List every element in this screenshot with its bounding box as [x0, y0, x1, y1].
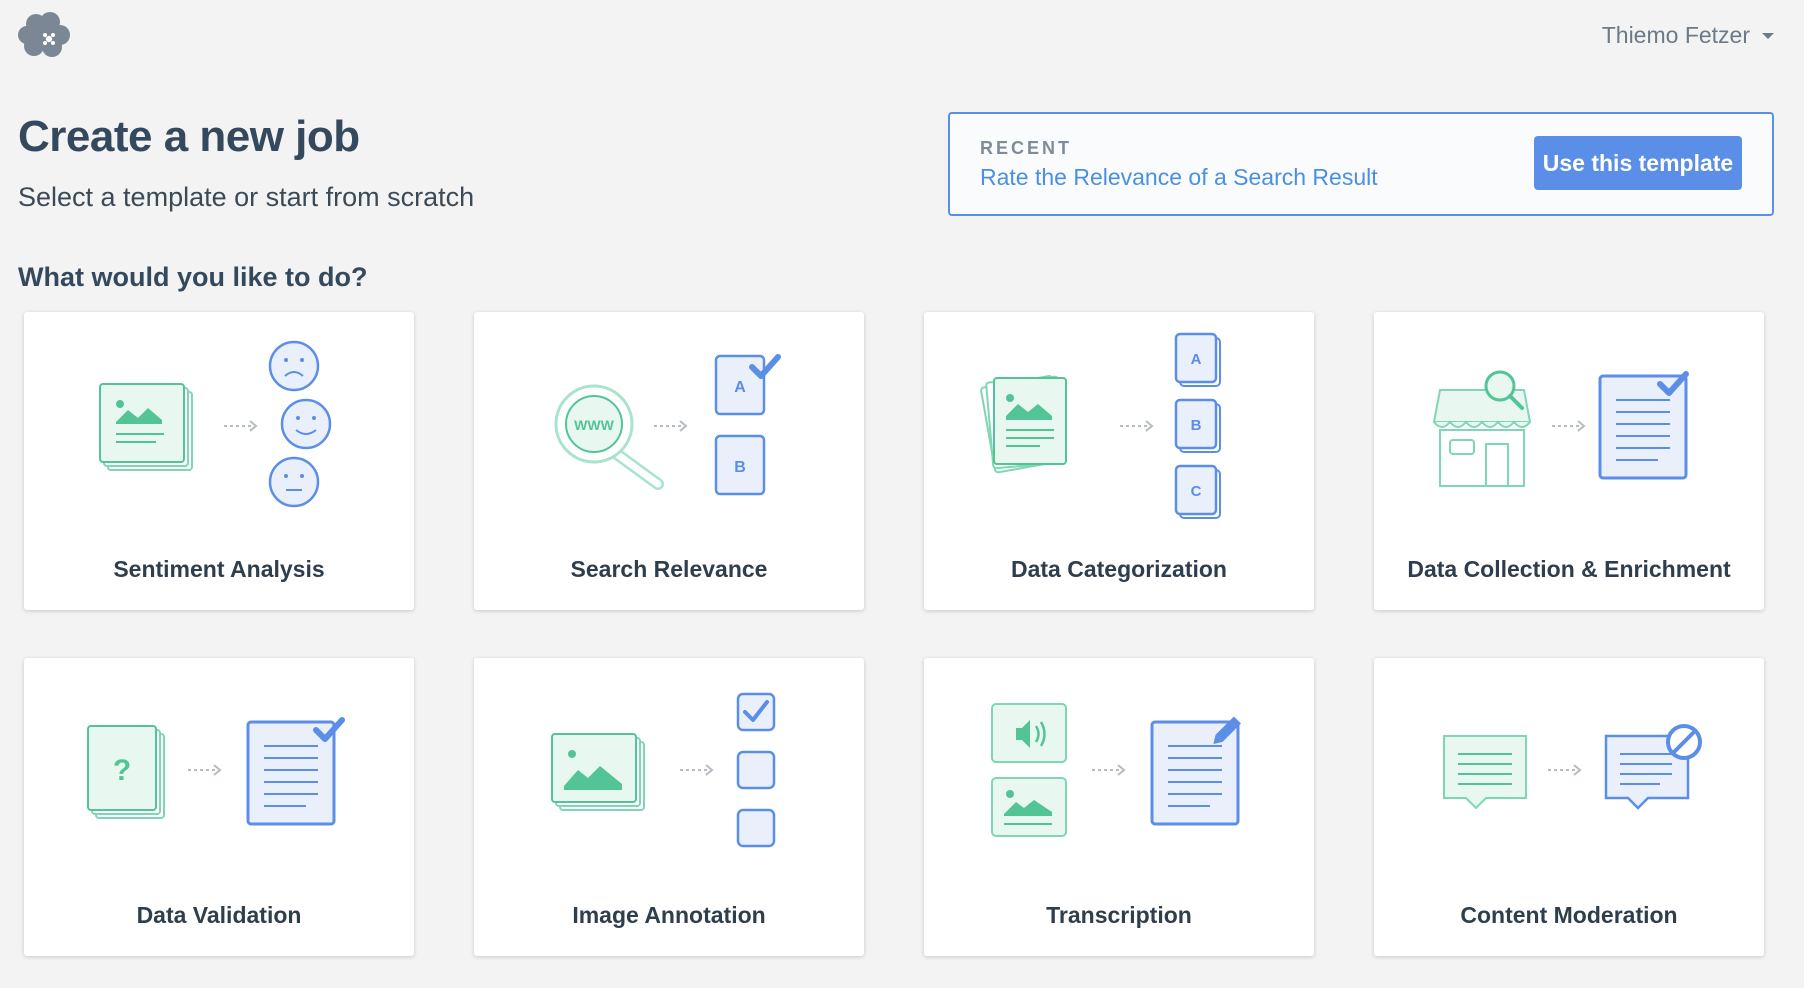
content-moderation-illustration	[1443, 724, 1702, 810]
data-validation-illustration: ?	[87, 658, 414, 826]
svg-text:A: A	[1191, 351, 1202, 368]
template-card-label: Content Moderation	[1460, 902, 1678, 928]
image-annotation-illustration	[551, 692, 776, 848]
sentiment-analysis-illustration	[99, 340, 332, 508]
template-card-data-categorization[interactable]: A B C Data Categorization	[924, 312, 1314, 610]
svg-text:C: C	[1191, 483, 1202, 500]
logo-icon[interactable]	[16, 8, 72, 58]
template-card-data-validation[interactable]: ? Data Validation	[24, 658, 414, 956]
template-card-label: Sentiment Analysis	[113, 556, 325, 582]
user-menu[interactable]: Thiemo Fetzer	[1602, 22, 1774, 49]
template-card-search-relevance[interactable]: WWW A B Search Relevance	[474, 312, 864, 610]
template-card-sentiment-analysis[interactable]: Sentiment Analysis	[24, 312, 414, 610]
data-categorization-illustration: A B C	[980, 332, 1221, 519]
template-card-label: Search Relevance	[570, 556, 768, 582]
template-card-label: Image Annotation	[572, 902, 766, 928]
recent-template-panel: RECENT Rate the Relevance of a Search Re…	[948, 112, 1774, 216]
template-card-label: Data Categorization	[1011, 556, 1227, 582]
template-card-label: Data Collection & Enrichment	[1407, 556, 1731, 582]
template-card-label: Transcription	[1046, 902, 1192, 928]
template-card-image-annotation[interactable]: Image Annotation	[474, 658, 864, 956]
data-collection-illustration	[1432, 370, 1764, 487]
transcription-illustration	[991, 703, 1241, 837]
svg-text:A: A	[734, 379, 746, 396]
section-heading: What would you like to do?	[18, 262, 368, 292]
svg-text:B: B	[734, 459, 746, 476]
caret-down-icon	[1762, 32, 1774, 39]
use-template-button[interactable]: Use this template	[1534, 136, 1742, 190]
user-name: Thiemo Fetzer	[1601, 22, 1750, 48]
template-card-transcription[interactable]: Transcription	[924, 658, 1314, 956]
recent-label: RECENT	[980, 138, 1073, 158]
template-card-data-collection[interactable]: Data Collection & Enrichment	[1374, 312, 1764, 610]
template-card-content-moderation[interactable]: Content Moderation	[1374, 658, 1764, 956]
search-relevance-illustration: WWW A B	[554, 312, 864, 496]
template-card-label: Data Validation	[136, 902, 302, 928]
page-title: Create a new job	[18, 112, 360, 161]
svg-text:B: B	[1191, 417, 1202, 434]
svg-text:WWW: WWW	[574, 417, 614, 433]
recent-template-link[interactable]: Rate the Relevance of a Search Result	[980, 164, 1378, 191]
page-subtitle: Select a template or start from scratch	[18, 182, 475, 212]
svg-text:?: ?	[113, 754, 131, 787]
